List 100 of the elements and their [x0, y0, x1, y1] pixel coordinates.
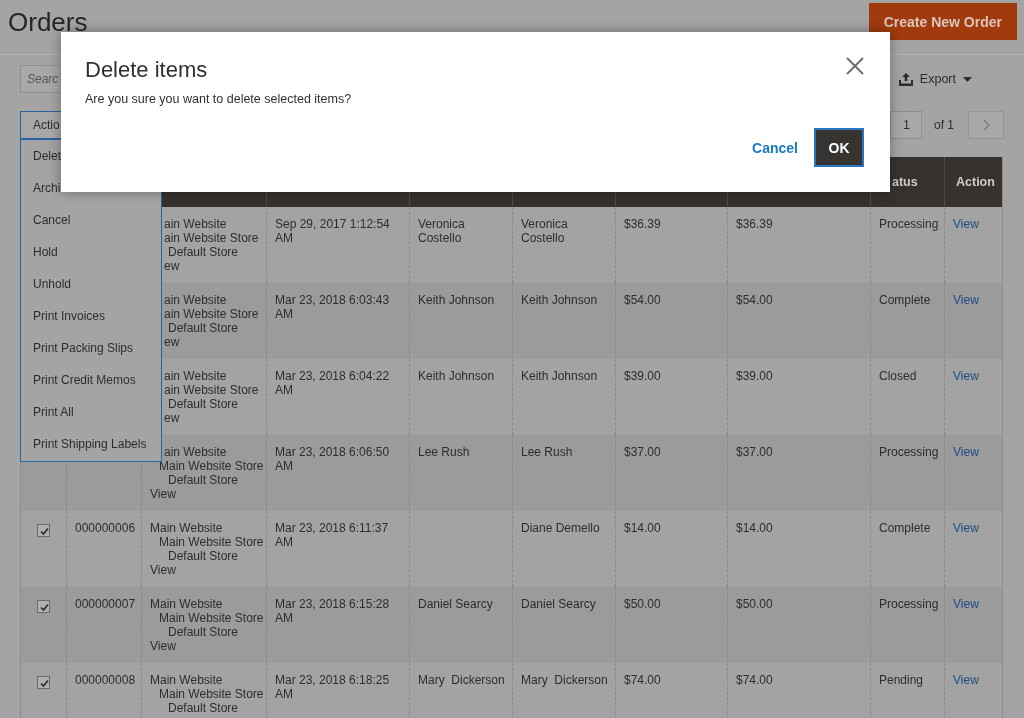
- store-view-text: Default Store: [168, 549, 239, 563]
- customer-name: Lee Rush: [521, 445, 573, 459]
- menu-item[interactable]: Hold: [33, 245, 58, 259]
- row-checkbox[interactable]: [37, 600, 50, 613]
- store-view-text: ain Website Store: [164, 231, 259, 245]
- menu-item[interactable]: Unhold: [33, 277, 72, 291]
- customer-name: Mary Dickerson: [418, 673, 505, 687]
- store-view-link[interactable]: View: [150, 563, 176, 577]
- close-icon[interactable]: [846, 57, 864, 75]
- store-view-text: Main Website: [150, 673, 223, 687]
- store-view-text: Default Store: [168, 245, 239, 259]
- menu-item[interactable]: Delet: [33, 149, 61, 163]
- store-view-text: Main Website: [150, 521, 223, 535]
- view-link[interactable]: View: [953, 521, 979, 535]
- page-count: of 1: [934, 118, 954, 132]
- price: $14.00: [624, 521, 661, 535]
- store-view-text: ain Website: [164, 445, 227, 459]
- store-view-text: Main Website Store: [159, 459, 264, 473]
- view-link[interactable]: View: [953, 369, 979, 383]
- order-status: Processing: [879, 217, 939, 231]
- view-link[interactable]: View: [953, 445, 979, 459]
- price: $39.00: [624, 369, 661, 383]
- store-view-link[interactable]: ew: [164, 259, 180, 273]
- order-status: Processing: [879, 445, 939, 459]
- order-id: 000000006: [75, 521, 136, 535]
- customer-name: Daniel Searcy: [521, 597, 596, 611]
- store-view-link[interactable]: ew: [164, 335, 180, 349]
- order-id: 000000007: [75, 597, 136, 611]
- customer-name: Diane Demello: [521, 521, 600, 535]
- dialog-message: Are you sure you want to delete selected items?: [85, 92, 353, 107]
- customer-name: Keith Johnson: [521, 369, 598, 383]
- price: $39.00: [736, 369, 773, 383]
- store-view-text: Default Store: [168, 473, 239, 487]
- view-link[interactable]: View: [953, 293, 979, 307]
- store-view-link[interactable]: ew: [164, 411, 180, 425]
- order-status: Pending: [879, 673, 924, 687]
- create-order-button[interactable]: Create New Order: [868, 3, 1017, 40]
- price: $37.00: [624, 445, 661, 459]
- price: $50.00: [736, 597, 773, 611]
- purchase-date: Mar 23, 2018 6:11:37 AM: [275, 521, 390, 549]
- price: $36.39: [624, 217, 661, 231]
- price: $74.00: [736, 673, 773, 687]
- purchase-date: Mar 23, 2018 6:15:28 AM: [275, 597, 391, 625]
- row-checkbox[interactable]: [37, 524, 50, 537]
- order-id: 000000008: [75, 673, 136, 687]
- store-view-text: ain Website Store: [164, 383, 259, 397]
- upload-icon: [898, 72, 913, 86]
- column-header[interactable]: Action: [956, 175, 995, 189]
- dialog-title: Delete items: [85, 56, 208, 84]
- store-view-text: Main Website Store: [159, 535, 264, 549]
- menu-item[interactable]: Print Invoices: [33, 309, 106, 323]
- menu-item[interactable]: Print Packing Slips: [33, 341, 134, 355]
- customer-name: Veronica Costello: [418, 217, 466, 245]
- cancel-link[interactable]: Cancel: [752, 139, 798, 156]
- price: $37.00: [736, 445, 773, 459]
- customer-name: Keith Johnson: [521, 293, 598, 307]
- store-view-link[interactable]: View: [150, 487, 176, 501]
- store-view-text: Default Store: [168, 625, 239, 639]
- view-link[interactable]: View: [953, 217, 979, 231]
- store-view-link[interactable]: View: [150, 639, 176, 653]
- page-title: Orders: [8, 7, 88, 37]
- order-status: Processing: [879, 597, 939, 611]
- menu-item[interactable]: Print Credit Memos: [33, 373, 136, 387]
- menu-item[interactable]: Archi: [33, 181, 61, 195]
- store-view-text: Default Store: [168, 321, 239, 335]
- customer-name: Veronica Costello: [521, 217, 569, 245]
- order-status: Complete: [879, 521, 931, 535]
- actions-dropdown[interactable]: Actio: [20, 111, 61, 139]
- order-status: Closed: [879, 369, 917, 383]
- customer-name: Lee Rush: [418, 445, 470, 459]
- menu-item[interactable]: Print All: [33, 405, 74, 419]
- store-view-text: ain Website Store: [164, 307, 259, 321]
- price: $36.39: [736, 217, 773, 231]
- page-number-field[interactable]: 1: [890, 111, 922, 139]
- purchase-date: Sep 29, 2017 1:12:54 AM: [275, 217, 391, 245]
- menu-item[interactable]: Cancel: [33, 213, 71, 227]
- purchase-date: Mar 23, 2018 6:04:22 AM: [275, 369, 391, 397]
- column-header[interactable]: atus: [892, 175, 918, 189]
- purchase-date: Mar 23, 2018 6:06:50 AM: [275, 445, 391, 473]
- row-checkbox[interactable]: [37, 676, 50, 689]
- view-link[interactable]: View: [953, 673, 979, 687]
- customer-name: Mary Dickerson: [521, 673, 608, 687]
- search-field[interactable]: Searc: [20, 65, 59, 93]
- purchase-date: Mar 23, 2018 6:18:25 AM: [275, 673, 391, 701]
- price: $74.00: [624, 673, 661, 687]
- price: $54.00: [736, 293, 773, 307]
- store-view-text: Main Website Store: [159, 687, 264, 701]
- price: $50.00: [624, 597, 661, 611]
- customer-name: Daniel Searcy: [418, 597, 493, 611]
- view-link[interactable]: View: [953, 597, 979, 611]
- menu-item[interactable]: Print Shipping Labels: [33, 437, 147, 451]
- store-view-text: Main Website: [150, 597, 223, 611]
- ok-button[interactable]: OK: [814, 128, 864, 167]
- store-view-text: ain Website: [164, 369, 227, 383]
- store-view-text: ain Website: [164, 217, 227, 231]
- caret-icon: [963, 76, 972, 82]
- price: $54.00: [624, 293, 661, 307]
- purchase-date: Mar 23, 2018 6:03:43 AM: [275, 293, 391, 321]
- price: $14.00: [736, 521, 773, 535]
- export-button[interactable]: Export: [898, 72, 972, 86]
